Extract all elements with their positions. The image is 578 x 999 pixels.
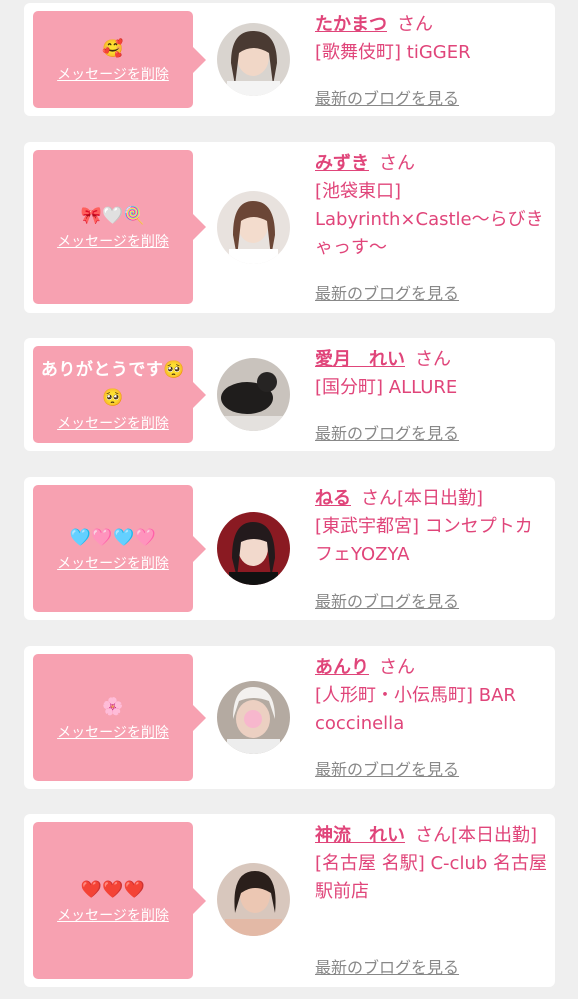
latest-blog-link[interactable]: 最新のブログを見る [315,280,459,304]
shop-info: [池袋東口] Labyrinth×Castle〜らびきゃっす〜 [315,181,544,258]
message-text: 🎀🤍🍭 [80,206,146,226]
latest-blog-link[interactable]: 最新のブログを見る [315,756,459,780]
cast-name-link[interactable]: 愛月 れい [315,349,405,370]
shop-info: [名古屋 名駅] C-club 名古屋駅前店 [315,853,548,902]
message-text: 🩵🩷🩵🩷 [69,527,157,548]
cast-info: みずき さん [池袋東口] Labyrinth×Castle〜らびきゃっす〜 [315,150,547,262]
honorific: さん [415,349,451,370]
avatar[interactable] [217,191,290,264]
latest-blog-link[interactable]: 最新のブログを見る [315,588,459,612]
message-text: 🥰 [102,38,124,59]
avatar[interactable] [217,23,290,96]
message-text: ありがとうです🥺🥺 [40,359,186,408]
cast-info: たかまつ さん [歌舞伎町] tiGGER [315,11,547,67]
shop-info: [東武宇都宮] コンセプトカフェYOZYA [315,516,533,565]
message-text: 🌸 [102,696,124,717]
delete-message-link[interactable]: メッセージを削除 [57,906,169,926]
status-badge: [本日出勤] [451,825,538,846]
cast-name-link[interactable]: みずき [315,153,369,174]
shop-info: [歌舞伎町] tiGGER [315,42,471,63]
honorific: さん [415,825,451,846]
message-card: 🎀🤍🍭 メッセージを削除 みずき さん [池袋東口] Labyrinth×Cast… [24,142,555,313]
message-bubble: 🌸 メッセージを削除 [33,654,193,781]
message-card: 🩵🩷🩵🩷 メッセージを削除 ねる さん[本日出勤] [東武宇都宮] コンセプトカフ… [24,477,555,620]
cast-name-link[interactable]: あんり [315,657,369,678]
avatar[interactable] [217,863,290,936]
delete-message-link[interactable]: メッセージを削除 [57,232,169,252]
message-bubble: ❤️❤️❤️ メッセージを削除 [33,822,193,979]
avatar[interactable] [217,512,290,585]
cast-info: 神流 れい さん[本日出勤] [名古屋 名駅] C-club 名古屋駅前店 [315,822,547,906]
cast-info: あんり さん [人形町・小伝馬町] BAR coccinella [315,654,547,738]
message-bubble: 🎀🤍🍭 メッセージを削除 [33,150,193,304]
cast-name-link[interactable]: 神流 れい [315,825,405,846]
latest-blog-link[interactable]: 最新のブログを見る [315,420,459,444]
cast-info: ねる さん[本日出勤] [東武宇都宮] コンセプトカフェYOZYA [315,485,547,569]
status-badge: [本日出勤] [397,488,484,509]
delete-message-link[interactable]: メッセージを削除 [57,65,169,85]
avatar[interactable] [217,358,290,431]
delete-message-link[interactable]: メッセージを削除 [57,554,169,574]
cast-info: 愛月 れい さん [国分町] ALLURE [315,346,547,402]
latest-blog-link[interactable]: 最新のブログを見る [315,85,459,109]
message-card: ❤️❤️❤️ メッセージを削除 神流 れい さん[本日出勤] [名古屋 名駅] C… [24,814,555,987]
cast-name-link[interactable]: たかまつ [315,14,387,35]
delete-message-link[interactable]: メッセージを削除 [57,414,169,434]
message-card: 🌸 メッセージを削除 あんり さん [人形町・小伝馬町] BAR coccinel… [24,646,555,789]
cast-name-link[interactable]: ねる [315,488,351,509]
honorific: さん [397,14,433,35]
message-list: 🥰 メッセージを削除 たかまつ さん [歌舞伎町] tiGGER 最新のブログを見… [0,0,578,999]
avatar[interactable] [217,681,290,754]
shop-info: [国分町] ALLURE [315,377,458,398]
message-bubble: 🥰 メッセージを削除 [33,11,193,108]
shop-info: [人形町・小伝馬町] BAR coccinella [315,685,516,734]
latest-blog-link[interactable]: 最新のブログを見る [315,954,459,978]
message-card: 🥰 メッセージを削除 たかまつ さん [歌舞伎町] tiGGER 最新のブログを見… [24,3,555,116]
message-bubble: ありがとうです🥺🥺 メッセージを削除 [33,346,193,443]
message-card: ありがとうです🥺🥺 メッセージを削除 愛月 れい さん [国分町] ALLURE … [24,338,555,451]
honorific: さん [361,488,397,509]
honorific: さん [379,153,415,174]
honorific: さん [379,657,415,678]
message-text: ❤️❤️❤️ [80,879,146,900]
message-bubble: 🩵🩷🩵🩷 メッセージを削除 [33,485,193,612]
delete-message-link[interactable]: メッセージを削除 [57,723,169,743]
